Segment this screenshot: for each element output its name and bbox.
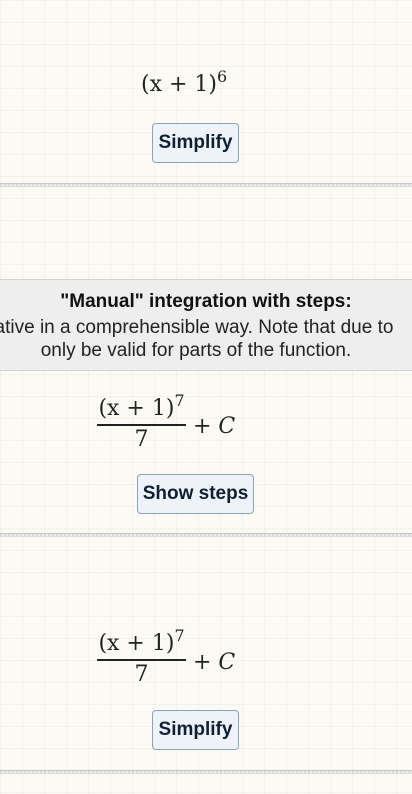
section-divider — [0, 533, 412, 537]
section-divider — [0, 770, 412, 774]
numerator-base: (x + 1) — [98, 631, 175, 656]
numerator-exponent: 7 — [174, 391, 185, 411]
manual-integration-info-box: "Manual" integration with steps: ative i… — [0, 279, 412, 371]
info-text-line-2: only be valid for parts of the function. — [40, 340, 352, 361]
fraction-denominator: 7 — [134, 426, 149, 452]
fraction-denominator: 7 — [134, 661, 149, 687]
simplified-result-fraction: (x + 1)7 7 — [97, 626, 186, 689]
show-steps-button[interactable]: Show steps — [137, 474, 254, 514]
simplify-button[interactable]: Simplify — [152, 710, 239, 750]
integral-result-fraction: (x + 1)7 7 — [97, 391, 186, 454]
fraction-numerator: (x + 1)7 — [98, 391, 184, 424]
info-title: "Manual" integration with steps: — [60, 291, 352, 312]
section-divider — [0, 183, 412, 187]
expression-x-plus-1-power-6: (x + 1)6 — [141, 67, 227, 97]
simplify-button[interactable]: Simplify — [152, 123, 239, 163]
expression-exponent: 6 — [217, 67, 228, 87]
constant-of-integration: + C — [193, 650, 236, 675]
info-text-line-1: ative in a comprehensible way. Note that… — [0, 317, 394, 338]
numerator-exponent: 7 — [174, 626, 185, 646]
numerator-base: (x + 1) — [98, 396, 175, 421]
constant-of-integration: + C — [193, 414, 236, 439]
fraction-numerator: (x + 1)7 — [98, 626, 184, 659]
expression-base: (x + 1) — [141, 72, 217, 97]
